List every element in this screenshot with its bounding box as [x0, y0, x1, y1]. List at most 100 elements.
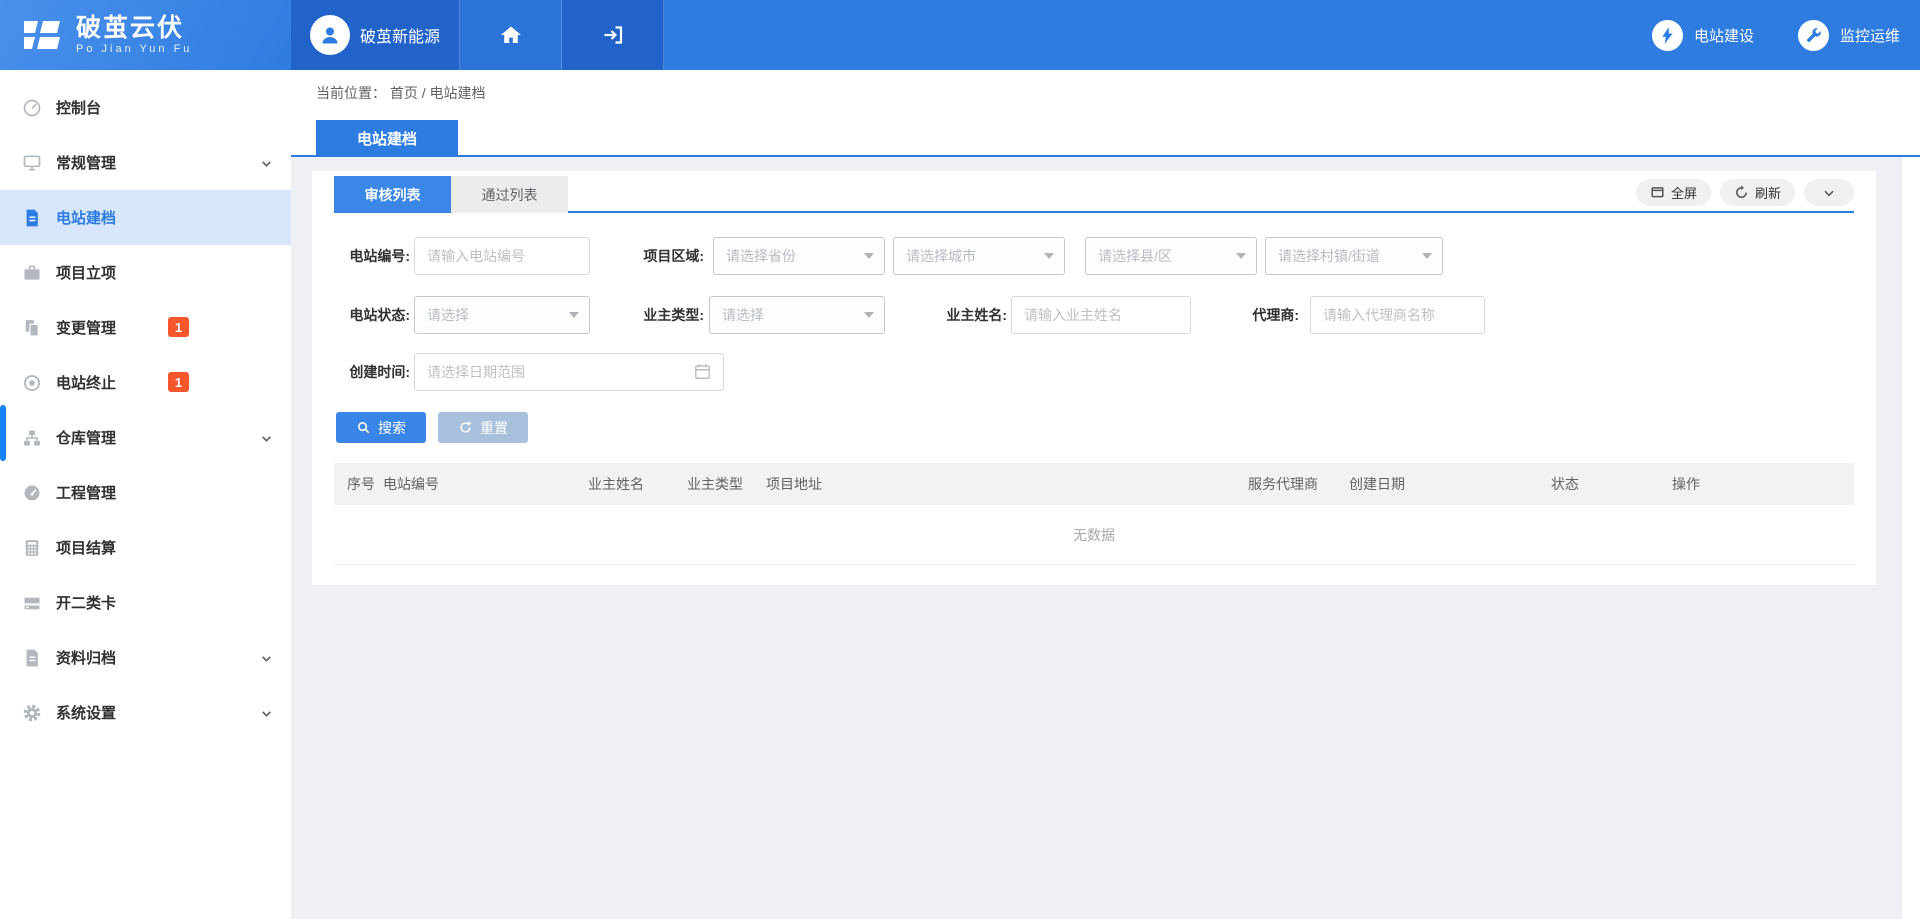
target-icon — [22, 373, 42, 393]
filter-row-2: 电站状态: 请选择 业主类型: 请选择 业主姓名: 代理商: — [334, 296, 1854, 334]
nav-monitoring-ops[interactable]: 监控运维 — [1798, 20, 1900, 51]
brand-logo: 破茧云伏 Po Jian Yun Fu — [0, 0, 291, 70]
col-status: 状态 — [1538, 474, 1659, 494]
col-create-date: 创建日期 — [1336, 474, 1538, 494]
city-select[interactable]: 请选择城市 — [893, 237, 1065, 275]
chevron-down-icon — [260, 652, 273, 665]
badge-count: 1 — [168, 372, 189, 392]
col-service-agent: 服务代理商 — [1235, 474, 1336, 494]
table-header: 序号 电站编号 业主姓名 业主类型 项目地址 服务代理商 创建日期 状态 操作 — [334, 463, 1854, 505]
nav-station-construction[interactable]: 电站建设 — [1652, 20, 1754, 51]
town-select[interactable]: 请选择村镇/街道 — [1265, 237, 1443, 275]
logout-icon — [601, 23, 625, 47]
caret-down-icon — [1236, 253, 1246, 259]
caret-down-icon — [569, 312, 579, 318]
dashboard-icon — [22, 98, 42, 118]
search-icon — [356, 420, 371, 435]
sidebar-item-project-settlement[interactable]: 项目结算 — [0, 520, 291, 575]
refresh-button[interactable]: 刷新 — [1720, 179, 1795, 206]
fullscreen-icon — [1650, 185, 1665, 200]
owner-name-input[interactable] — [1011, 296, 1191, 334]
caret-down-icon — [1044, 253, 1054, 259]
reset-button[interactable]: 重置 — [438, 412, 528, 443]
sidebar-scrollbar-thumb[interactable] — [0, 405, 6, 461]
chevron-down-icon — [260, 432, 273, 445]
col-actions: 操作 — [1659, 474, 1854, 494]
col-index: 序号 — [334, 474, 370, 494]
sidebar-item-engineering-mgmt[interactable]: 工程管理 — [0, 465, 291, 520]
filter-actions: 搜索 重置 — [334, 412, 1854, 443]
archive-doc-icon — [22, 648, 42, 668]
nav-monitoring-ops-label: 监控运维 — [1840, 25, 1900, 46]
briefcase-icon — [22, 263, 42, 283]
breadcrumb-path: 首页 / 电站建档 — [390, 85, 486, 101]
search-button[interactable]: 搜索 — [336, 412, 426, 443]
station-no-label: 电站编号: — [334, 246, 410, 266]
logout-button[interactable] — [562, 0, 664, 70]
page-tab-station-archive[interactable]: 电站建档 — [316, 120, 458, 157]
create-time-label: 创建时间: — [334, 362, 410, 382]
breadcrumb: 当前位置： 首页 / 电站建档 — [316, 83, 486, 103]
region-label: 项目区域: — [632, 246, 704, 266]
station-no-input[interactable] — [414, 237, 590, 275]
owner-name-label: 业主姓名: — [935, 305, 1007, 325]
main-area: 当前位置： 首页 / 电站建档 电站建档 审核列表 通过列表 全屏 — [291, 70, 1920, 919]
breadcrumb-label: 当前位置： — [316, 85, 386, 101]
tab-passed-list[interactable]: 通过列表 — [451, 176, 568, 213]
topbar: 当前位置： 首页 / 电站建档 电站建档 — [291, 70, 1920, 157]
tab-review-list[interactable]: 审核列表 — [334, 176, 451, 213]
fullscreen-button[interactable]: 全屏 — [1636, 179, 1711, 206]
date-range-input[interactable] — [414, 353, 724, 391]
sidebar-item-data-archiving[interactable]: 资料归档 — [0, 630, 291, 685]
filter-row-3: 创建时间: — [334, 353, 1854, 391]
caret-down-icon — [1422, 253, 1432, 259]
col-owner-type: 业主类型 — [674, 474, 753, 494]
sidebar-item-station-termination[interactable]: 电站终止 1 — [0, 355, 291, 410]
station-status-select[interactable]: 请选择 — [414, 296, 590, 334]
sidebar-item-station-archive[interactable]: 电站建档 — [0, 190, 291, 245]
refresh-icon — [1734, 185, 1749, 200]
top-header: 破茧云伏 Po Jian Yun Fu 破茧新能源 — [0, 0, 1920, 70]
gauge-icon — [22, 483, 42, 503]
reset-icon — [458, 420, 473, 435]
sidebar-item-warehouse-mgmt[interactable]: 仓库管理 — [0, 410, 291, 465]
sidebar-item-console[interactable]: 控制台 — [0, 80, 291, 135]
wrench-icon — [1798, 20, 1829, 51]
panel-tabs: 审核列表 通过列表 全屏 — [334, 171, 1854, 213]
calculator-icon — [22, 538, 42, 558]
sidebar-item-project-initiation[interactable]: 项目立项 — [0, 245, 291, 300]
content: 审核列表 通过列表 全屏 — [291, 157, 1920, 919]
col-owner-name: 业主姓名 — [575, 474, 674, 494]
agent-label: 代理商: — [1237, 305, 1299, 325]
county-select[interactable]: 请选择县/区 — [1085, 237, 1257, 275]
sidebar: 控制台 常规管理 电站建档 项目立项 — [0, 70, 291, 919]
sidebar-item-change-mgmt[interactable]: 变更管理 1 — [0, 300, 291, 355]
province-select[interactable]: 请选择省份 — [713, 237, 885, 275]
owner-type-label: 业主类型: — [632, 305, 704, 325]
sidebar-item-system-settings[interactable]: 系统设置 — [0, 685, 291, 740]
results-table: 序号 电站编号 业主姓名 业主类型 项目地址 服务代理商 创建日期 状态 操作 … — [334, 463, 1854, 565]
card-icon — [22, 593, 42, 613]
empty-state: 无数据 — [334, 505, 1854, 565]
nav-station-construction-label: 电站建设 — [1694, 25, 1754, 46]
calendar-icon[interactable] — [693, 362, 712, 381]
badge-count: 1 — [168, 317, 189, 337]
agent-input[interactable] — [1310, 296, 1485, 334]
list-panel: 审核列表 通过列表 全屏 — [312, 171, 1876, 585]
owner-type-select[interactable]: 请选择 — [709, 296, 885, 334]
brand-logo-icon — [20, 15, 64, 55]
collapse-button[interactable] — [1804, 179, 1854, 206]
caret-down-icon — [864, 312, 874, 318]
caret-down-icon — [864, 253, 874, 259]
station-status-label: 电站状态: — [334, 305, 410, 325]
sitemap-icon — [22, 428, 42, 448]
filter-row-1: 电站编号: 项目区域: 请选择省份 请选择城市 请选择县/区 请选择村镇/街道 — [334, 237, 1854, 275]
home-button[interactable] — [460, 0, 562, 70]
current-user[interactable]: 破茧新能源 — [291, 0, 460, 70]
document-icon — [22, 208, 42, 228]
monitor-icon — [22, 153, 42, 173]
col-project-address: 项目地址 — [753, 474, 1235, 494]
sidebar-item-open-class2-card[interactable]: 开二类卡 — [0, 575, 291, 630]
sidebar-item-general-mgmt[interactable]: 常规管理 — [0, 135, 291, 190]
copy-pages-icon — [22, 318, 42, 338]
